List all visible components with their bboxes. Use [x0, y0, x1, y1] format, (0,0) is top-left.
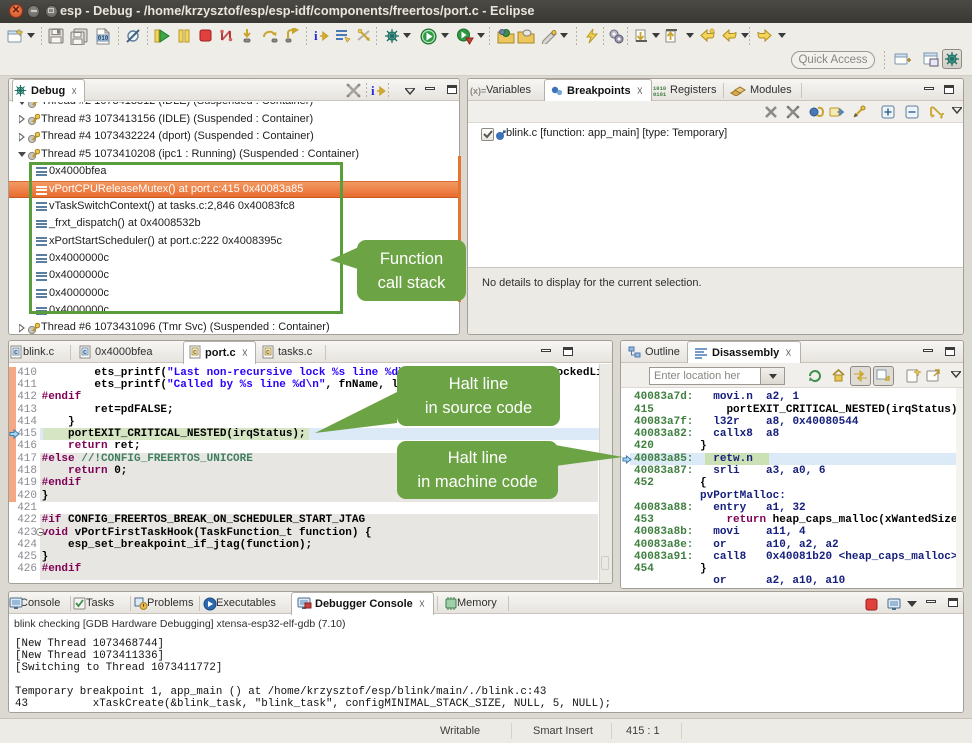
svg-text:c: c [193, 349, 197, 356]
svg-text:i: i [371, 83, 375, 98]
svg-text:(x)=: (x)= [470, 86, 486, 96]
svg-text:c: c [266, 349, 270, 356]
svg-text:c: c [83, 349, 87, 356]
svg-text:i: i [314, 28, 318, 43]
svg-text:0101: 0101 [653, 91, 667, 97]
svg-text:010: 010 [98, 35, 109, 42]
svg-text:c: c [14, 349, 18, 356]
